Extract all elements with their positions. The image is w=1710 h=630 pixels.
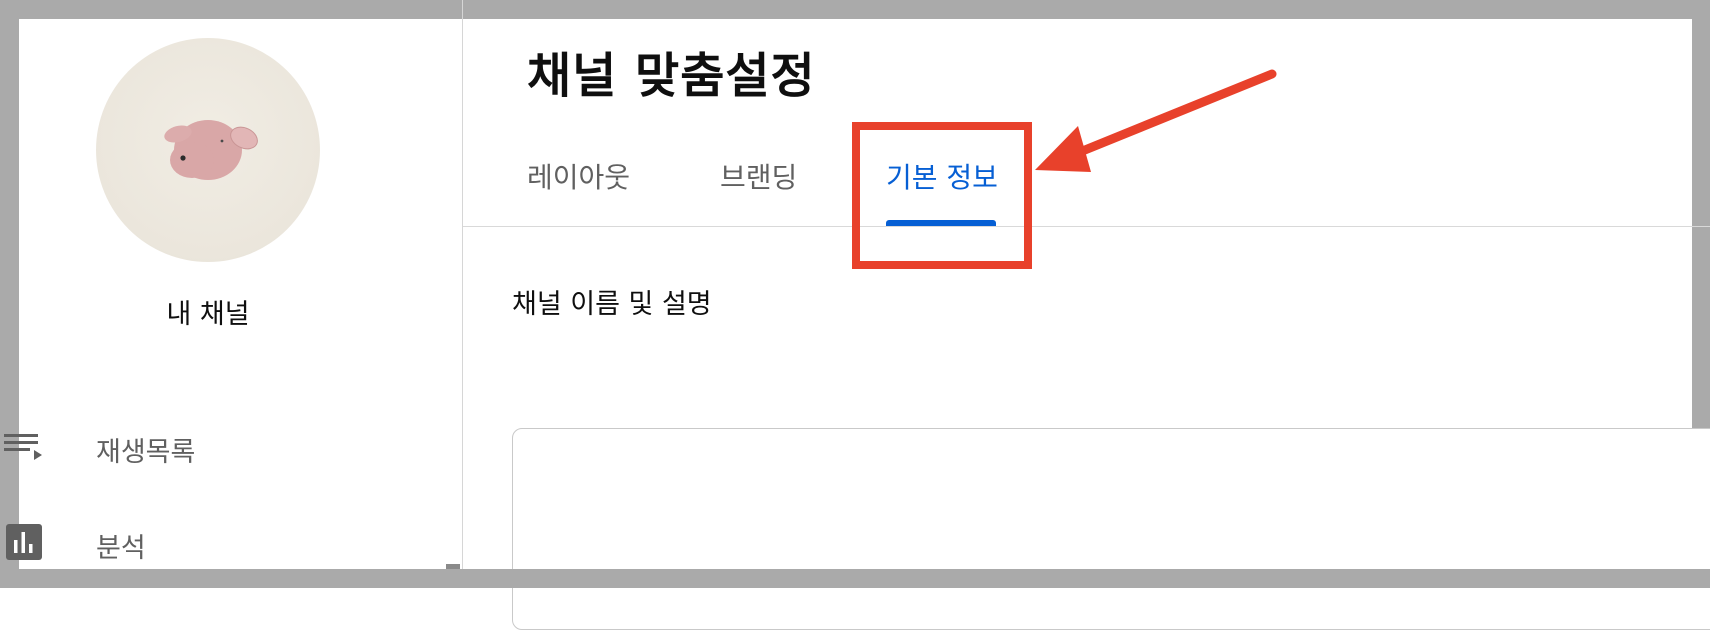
annotation-arrow-icon bbox=[1035, 69, 1277, 172]
sidebar-item-label: 재생목록 bbox=[96, 437, 196, 468]
tab-branding[interactable]: 브랜딩 bbox=[720, 156, 797, 196]
highlight-box bbox=[852, 122, 1032, 269]
channel-name-field[interactable] bbox=[512, 428, 1710, 630]
channel-avatar[interactable] bbox=[96, 38, 320, 262]
dog-illustration-icon bbox=[164, 120, 258, 180]
playlist-icon bbox=[4, 428, 42, 464]
screenshot-frame-bottom bbox=[0, 569, 1710, 588]
tabs-divider bbox=[463, 226, 1710, 227]
sidebar-item-playlists[interactable]: 재생목록 bbox=[0, 416, 462, 476]
sidebar: 내 채널 재생목록 분석 bbox=[0, 0, 462, 588]
sidebar-item-analytics[interactable]: 분석 bbox=[0, 512, 462, 572]
tab-layout[interactable]: 레이아웃 bbox=[527, 156, 630, 196]
channel-name: 내 채널 bbox=[166, 299, 250, 330]
section-heading: 채널 이름 및 설명 bbox=[512, 289, 712, 320]
page-title: 채널 맞춤설정 bbox=[527, 48, 816, 104]
sidebar-item-label: 분석 bbox=[96, 533, 146, 564]
sidebar-divider bbox=[462, 0, 463, 588]
analytics-icon bbox=[4, 524, 42, 560]
